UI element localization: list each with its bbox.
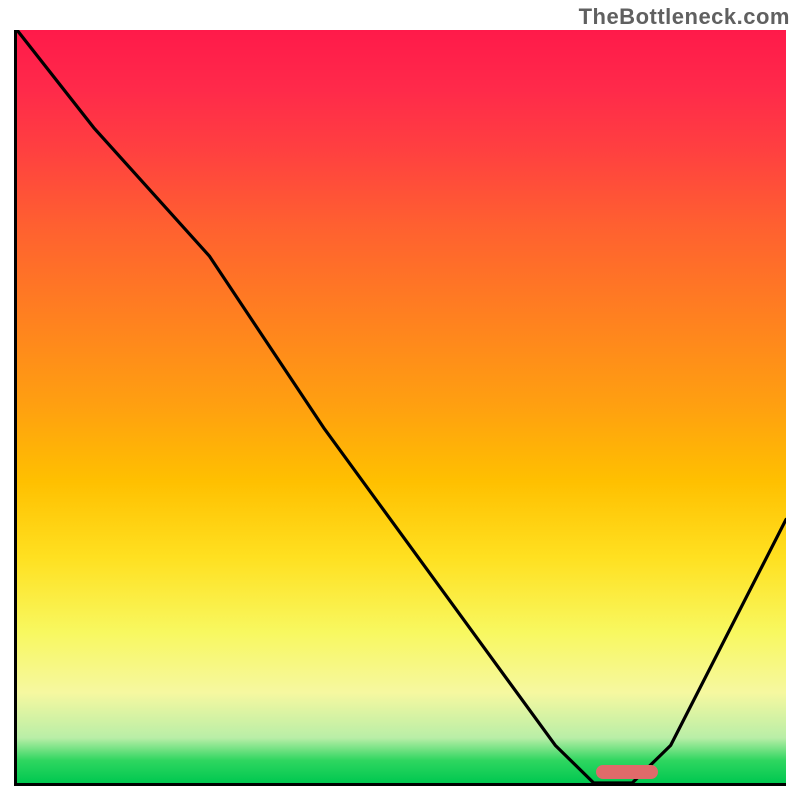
bottleneck-curve-path bbox=[17, 30, 786, 783]
bottleneck-chart: TheBottleneck.com bbox=[0, 0, 800, 800]
bottleneck-curve-svg bbox=[17, 30, 786, 783]
optimal-range-marker bbox=[596, 765, 658, 779]
watermark-text: TheBottleneck.com bbox=[579, 4, 790, 30]
plot-area bbox=[14, 30, 786, 786]
